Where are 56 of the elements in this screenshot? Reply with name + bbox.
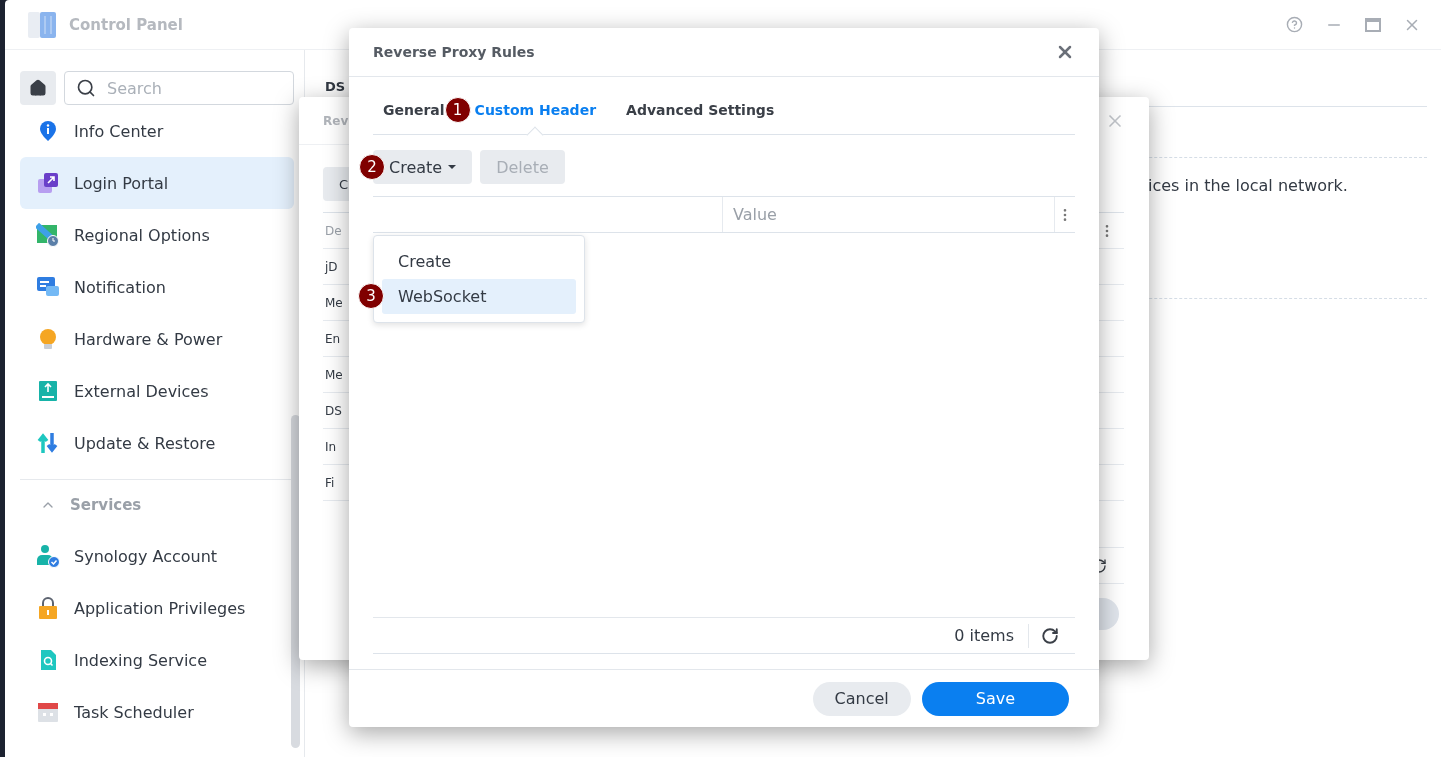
sidebar-item[interactable]: Notification xyxy=(20,261,294,313)
window-title: Control Panel xyxy=(69,15,183,34)
description-text: ices in the local network. xyxy=(1148,176,1348,195)
table-cell: Me xyxy=(325,367,343,382)
table-cell: DS xyxy=(325,403,342,418)
sidebar-item[interactable]: Synology Account xyxy=(20,530,294,582)
search-icon xyxy=(76,78,96,98)
column-header: Value xyxy=(733,205,777,224)
menu-item[interactable]: WebSocket xyxy=(382,279,576,314)
home-icon xyxy=(29,79,47,97)
user-check-icon xyxy=(36,544,60,568)
table-cell: jD xyxy=(325,259,338,274)
lock-icon xyxy=(36,596,60,620)
sidebar-item[interactable]: Regional Options xyxy=(20,209,294,261)
sidebar-item[interactable]: Task Scheduler xyxy=(20,686,294,738)
scrollbar[interactable] xyxy=(291,415,300,748)
search-field[interactable]: Search xyxy=(64,71,294,105)
sidebar-item[interactable]: Login Portal xyxy=(20,157,294,209)
dialog-title: Rev xyxy=(323,113,349,128)
step-marker: 3 xyxy=(358,283,384,309)
section-heading: DS xyxy=(325,79,346,94)
sidebar-item[interactable]: Update & Restore xyxy=(20,417,294,469)
table-cell: Fi xyxy=(325,475,335,490)
table-cell: En xyxy=(325,331,341,346)
menu-item[interactable]: Create xyxy=(382,244,576,279)
sidebar-item[interactable]: Indexing Service xyxy=(20,634,294,686)
step-marker: 2 xyxy=(359,154,385,180)
footer-button[interactable] xyxy=(1099,598,1119,630)
upload-drive-icon xyxy=(36,379,60,403)
chat-icon xyxy=(36,275,60,299)
sidebar-item[interactable]: Info Center xyxy=(20,105,294,157)
table-cell: In xyxy=(325,439,337,454)
calendar-icon xyxy=(36,700,60,724)
help-icon[interactable] xyxy=(1286,16,1303,33)
maximize-icon[interactable] xyxy=(1365,17,1381,32)
sync-arrows-icon xyxy=(36,431,60,455)
column-header: De xyxy=(325,223,342,238)
portal-icon xyxy=(36,171,60,195)
tab[interactable]: Advanced Settings xyxy=(626,77,775,134)
tab[interactable]: General xyxy=(383,77,445,134)
toolbar-button[interactable]: C xyxy=(323,167,349,201)
sidebar-item[interactable]: Hardware & Power xyxy=(20,313,294,365)
home-button[interactable] xyxy=(20,71,56,105)
sidebar-item[interactable]: External Devices xyxy=(20,365,294,417)
cancel-button[interactable]: Cancel xyxy=(812,681,911,716)
save-button[interactable]: Save xyxy=(921,681,1069,716)
map-clock-icon xyxy=(36,223,60,247)
tab[interactable]: Custom Header xyxy=(474,77,597,134)
control-panel-icon xyxy=(27,9,57,40)
refresh-icon[interactable] xyxy=(1041,626,1059,645)
item-count: 0 items xyxy=(954,623,1029,648)
caret-icon xyxy=(448,165,457,169)
table-cell: Me xyxy=(325,295,343,310)
step-marker: 1 xyxy=(444,97,471,123)
dialog-title: Reverse Proxy Rules xyxy=(373,44,535,60)
sidebar-item[interactable]: Application Privileges xyxy=(20,582,294,634)
